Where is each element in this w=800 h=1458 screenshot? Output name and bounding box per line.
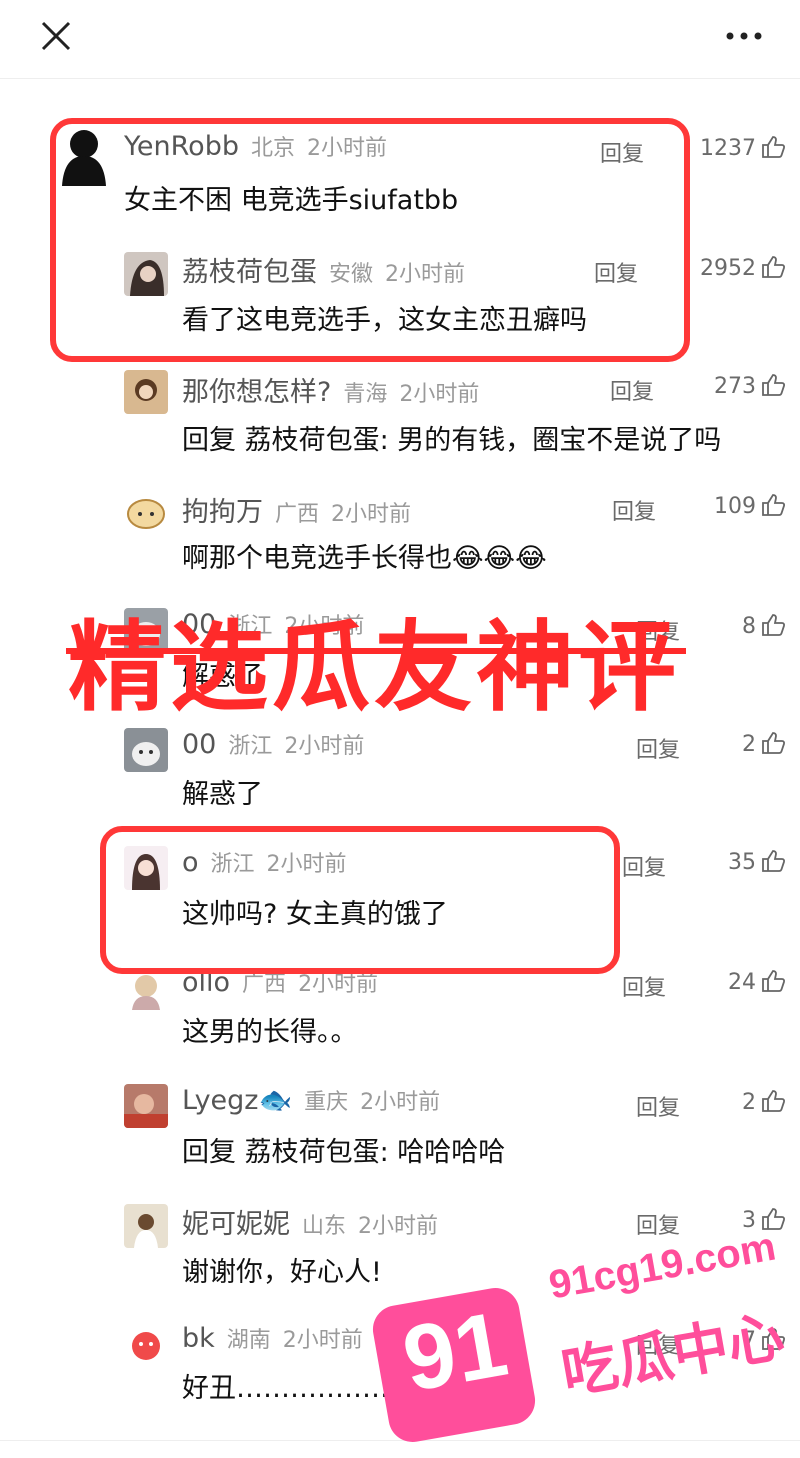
thumb-up-icon — [762, 1090, 786, 1112]
thumb-up-icon — [762, 256, 786, 278]
like-count: 273 — [714, 374, 756, 399]
location: 广西 — [242, 972, 287, 997]
timestamp: 2小时前 — [284, 734, 365, 759]
like-button[interactable]: 273 — [636, 374, 786, 399]
username[interactable]: 拘拘万 — [182, 497, 263, 528]
comment-text: 解惑了 — [182, 779, 263, 810]
timestamp: 2小时前 — [360, 1090, 441, 1115]
more-icon[interactable] — [724, 26, 764, 46]
divider — [0, 1440, 800, 1441]
thumb-up-icon — [762, 374, 786, 396]
avatar[interactable] — [124, 490, 168, 534]
username[interactable]: bk — [182, 1323, 215, 1354]
comment-text: 回复 荔枝荷包蛋: 男的有钱，圈宝不是说了吗 — [182, 425, 722, 456]
highlight-box — [100, 826, 620, 974]
like-count: 2952 — [700, 256, 756, 281]
avatar[interactable] — [124, 1322, 168, 1366]
like-count: 1237 — [700, 136, 756, 161]
highlight-box — [50, 118, 690, 362]
watermark-number: 91 — [395, 1292, 515, 1412]
like-count: 35 — [728, 850, 756, 875]
overlay-title: 精选瓜友神评 — [68, 611, 681, 725]
timestamp: 2小时前 — [282, 1328, 363, 1353]
comment-text: 好丑……………… — [182, 1373, 398, 1404]
username[interactable]: 00 — [182, 729, 216, 760]
timestamp: 2小时前 — [358, 1214, 439, 1239]
timestamp: 2小时前 — [298, 972, 379, 997]
comment-text: 回复 荔枝荷包蛋: 哈哈哈哈 — [182, 1137, 506, 1168]
thumb-up-icon — [762, 970, 786, 992]
like-button[interactable]: 35 — [636, 850, 786, 875]
like-button[interactable]: 2 — [636, 1090, 786, 1115]
like-count: 2 — [742, 732, 756, 757]
thumb-up-icon — [762, 732, 786, 754]
timestamp: 2小时前 — [399, 382, 480, 407]
watermark-brand: 吃瓜中心 — [556, 1303, 789, 1407]
thumb-up-icon — [762, 494, 786, 516]
location: 青海 — [343, 382, 388, 407]
comment-text: 谢谢你，好心人! — [182, 1257, 382, 1288]
close-icon[interactable] — [38, 18, 74, 54]
location: 广西 — [275, 502, 320, 527]
like-count: 24 — [728, 970, 756, 995]
like-button[interactable]: 109 — [636, 494, 786, 519]
location: 浙江 — [228, 734, 273, 759]
timestamp: 2小时前 — [331, 502, 412, 527]
like-button[interactable]: 2 — [636, 732, 786, 757]
top-bar — [0, 0, 800, 79]
location: 湖南 — [226, 1328, 271, 1353]
like-count: 109 — [714, 494, 756, 519]
avatar[interactable] — [124, 728, 168, 772]
like-count: 8 — [742, 614, 756, 639]
username[interactable]: 妮可妮妮 — [182, 1209, 290, 1240]
comment-text: 啊那个电竞选手长得也😂😂😂 — [182, 543, 547, 574]
avatar[interactable] — [124, 1084, 168, 1128]
strike-line — [66, 648, 686, 654]
username[interactable]: Lyegz🐟 — [182, 1085, 292, 1116]
thumb-up-icon — [762, 136, 786, 158]
location: 重庆 — [304, 1090, 349, 1115]
username[interactable]: 那你想怎样? — [182, 377, 331, 408]
comment-text: 这男的长得。。 — [182, 1017, 358, 1048]
avatar[interactable] — [124, 1204, 168, 1248]
thumb-up-icon — [762, 850, 786, 872]
like-button[interactable]: 24 — [636, 970, 786, 995]
avatar[interactable] — [124, 370, 168, 414]
thumb-up-icon — [762, 614, 786, 636]
location: 山东 — [302, 1214, 347, 1239]
like-count: 2 — [742, 1090, 756, 1115]
